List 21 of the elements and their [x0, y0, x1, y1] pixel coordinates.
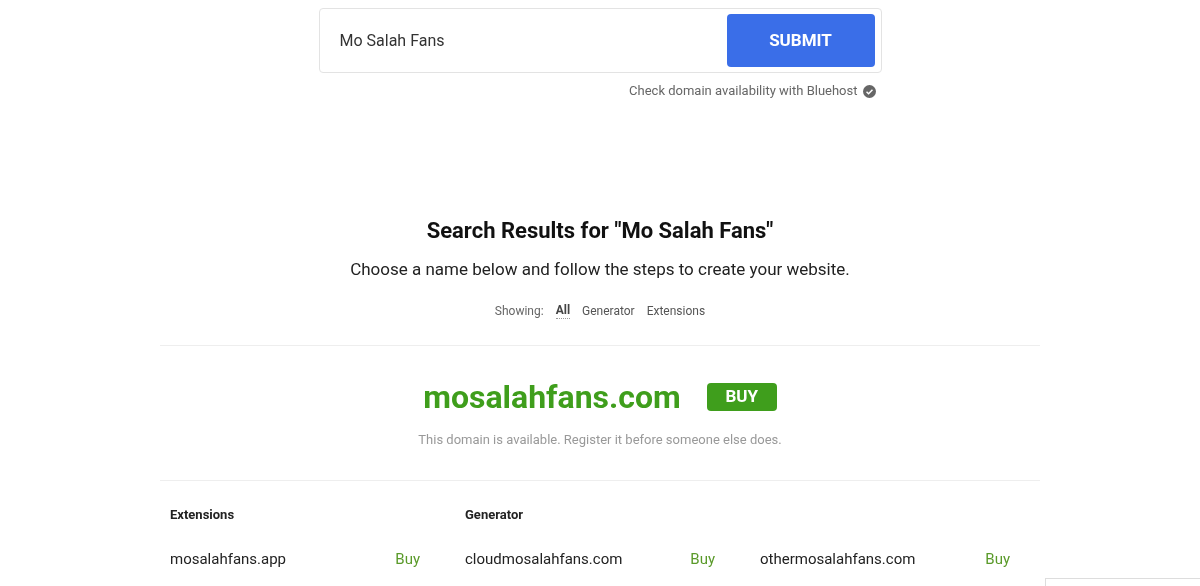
- buy-link[interactable]: Buy: [985, 550, 1010, 568]
- domain-name: mosalahfans.com: [423, 378, 681, 416]
- buy-link[interactable]: Buy: [395, 550, 420, 568]
- availability-message: This domain is available. Register it before someone else does.: [418, 432, 782, 448]
- results-heading: Search Results for "Mo Salah Fans": [426, 218, 774, 244]
- buy-button[interactable]: BUY: [706, 383, 777, 411]
- availability-note: Check domain availability with Bluehost: [629, 83, 858, 99]
- submit-button[interactable]: SUBMIT: [726, 14, 875, 67]
- domain-suggestion: othermosalahfans.com: [760, 550, 916, 568]
- domain-suggestion: mosalahfans.app: [170, 550, 287, 568]
- filter-tab[interactable]: Extensions: [646, 302, 706, 319]
- search-field[interactable]: Mo Salah Fans: [339, 28, 700, 53]
- buy-link[interactable]: Buy: [690, 550, 715, 568]
- filter-tab[interactable]: Generator: [582, 302, 635, 319]
- filter-label: Showing:: [494, 302, 544, 319]
- group-heading: Generator: [465, 507, 525, 523]
- domain-suggestion: cloudmosalahfans.com: [465, 550, 623, 568]
- check-circle-icon: [862, 84, 876, 98]
- filter-tab[interactable]: All: [555, 302, 571, 319]
- results-subtitle: Choose a name below and follow the steps to create your website.: [350, 258, 850, 280]
- group-heading: Extensions: [170, 507, 236, 523]
